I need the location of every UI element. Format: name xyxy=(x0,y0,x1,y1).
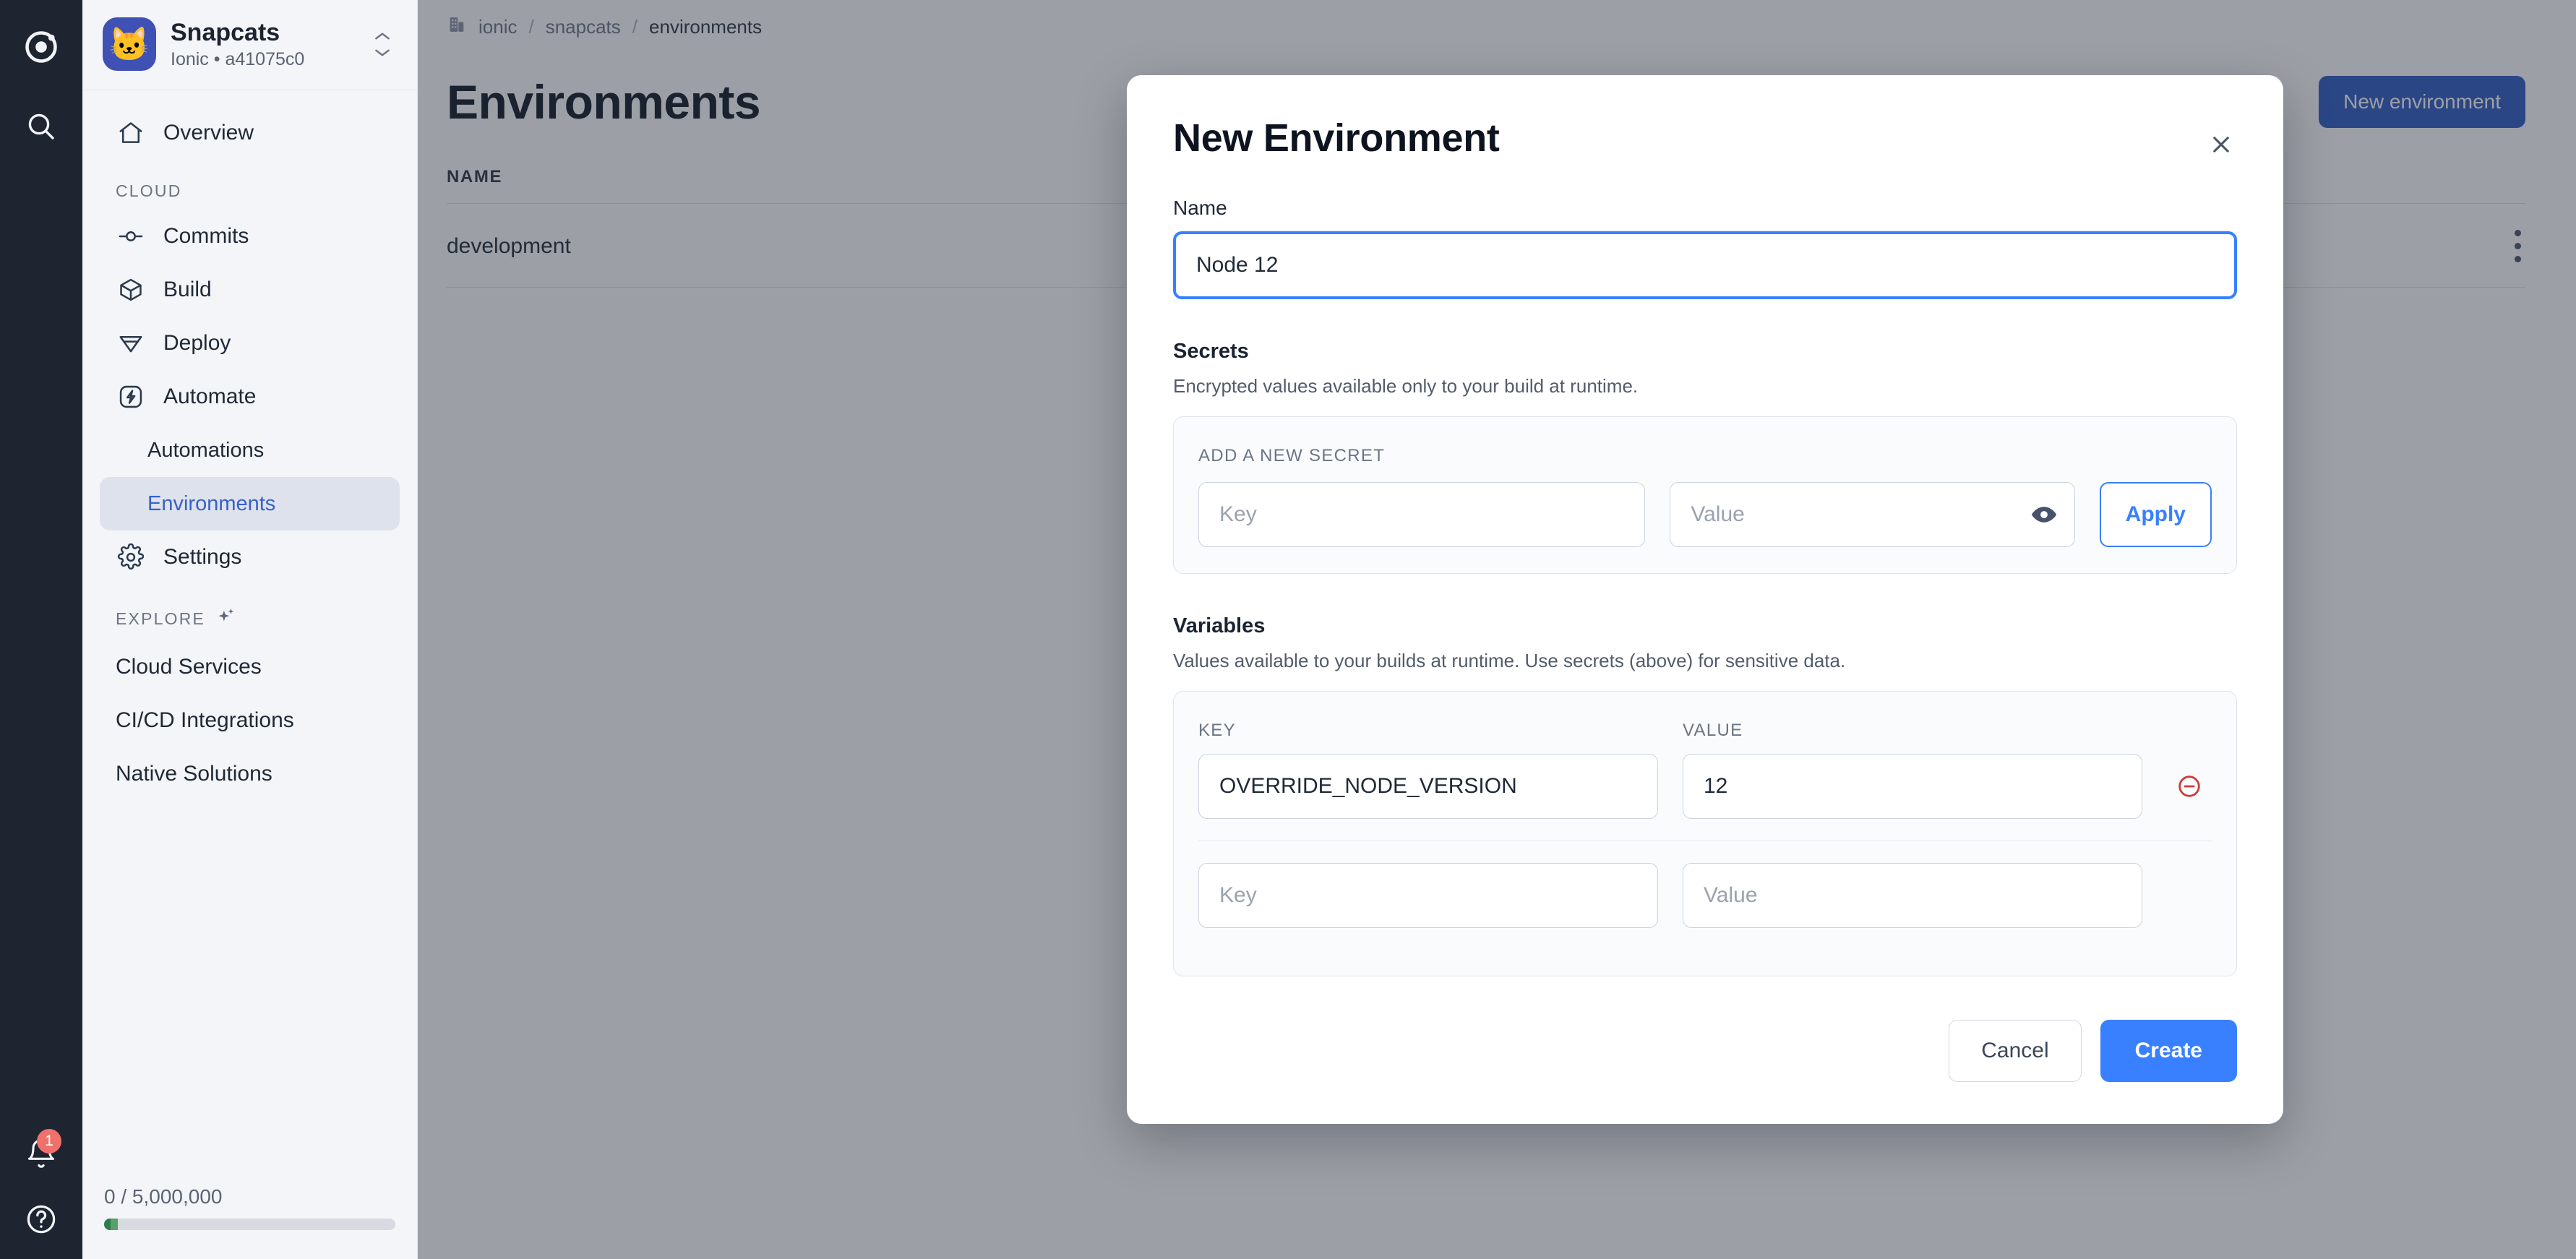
gear-icon xyxy=(116,542,146,572)
usage-fill-secondary xyxy=(110,1219,118,1230)
sidebar-item-cloud-services[interactable]: Cloud Services xyxy=(100,640,400,694)
main-content: ionic / snapcats / environments Environm… xyxy=(418,0,2576,1259)
sidebar-section-explore: EXPLORE xyxy=(100,584,400,640)
sidebar-item-label: Automations xyxy=(147,438,265,462)
sidebar-item-environments[interactable]: Environments xyxy=(100,477,400,530)
deploy-icon xyxy=(116,328,146,358)
sidebar-item-label: Native Solutions xyxy=(116,762,272,786)
secrets-section-title: Secrets xyxy=(1173,340,1249,363)
new-environment-dialog: New Environment Name Secrets Encrypted v… xyxy=(1127,75,2283,1124)
bolt-icon xyxy=(116,382,146,412)
eye-icon[interactable] xyxy=(2030,501,2058,528)
new-variable-value-input[interactable] xyxy=(1683,863,2142,928)
project-text: Snapcats Ionic • a41075c0 xyxy=(171,18,353,69)
usage-meter: 0 / 5,000,000 xyxy=(82,1185,417,1259)
sidebar-section-cloud: CLOUD xyxy=(100,160,400,210)
usage-fill-primary xyxy=(104,1219,111,1230)
sidebar: 🐱 Snapcats Ionic • a41075c0 Overview CLO… xyxy=(82,0,418,1259)
dialog-title: New Environment xyxy=(1173,116,1500,160)
variables-header-row: KEY VALUE xyxy=(1198,721,2212,754)
sidebar-item-label: Settings xyxy=(163,545,242,569)
rail-bottom-group: 1 xyxy=(0,1129,82,1245)
sidebar-item-label: CI/CD Integrations xyxy=(116,708,294,732)
variables-section-title: Variables xyxy=(1173,614,1266,637)
apply-secret-button[interactable]: Apply xyxy=(2099,482,2212,547)
secret-value-input[interactable] xyxy=(1670,482,2075,547)
ionic-logo-icon[interactable] xyxy=(16,22,66,72)
sidebar-item-deploy[interactable]: Deploy xyxy=(100,317,400,370)
variables-col-key: KEY xyxy=(1198,721,1236,740)
environment-name-input[interactable] xyxy=(1173,231,2237,299)
sidebar-item-build[interactable]: Build xyxy=(100,263,400,317)
variable-new-row xyxy=(1198,841,2212,950)
sidebar-section-label: EXPLORE xyxy=(116,609,206,628)
sidebar-item-label: Commits xyxy=(163,224,249,248)
secret-value-wrapper xyxy=(1670,482,2075,547)
project-name: Snapcats xyxy=(171,19,280,47)
variable-key-input[interactable] xyxy=(1198,754,1658,819)
dialog-footer: Cancel Create xyxy=(1127,976,2283,1124)
sidebar-item-commits[interactable]: Commits xyxy=(100,210,400,263)
sidebar-item-label: Environments xyxy=(147,491,276,515)
notifications-button[interactable]: 1 xyxy=(20,1129,63,1175)
variable-value-input[interactable] xyxy=(1683,754,2142,819)
home-icon xyxy=(116,118,146,148)
project-subtitle: Ionic • a41075c0 xyxy=(171,48,305,69)
sidebar-item-label: Cloud Services xyxy=(116,655,262,679)
sidebar-item-cicd-integrations[interactable]: CI/CD Integrations xyxy=(100,694,400,747)
name-field-label: Name xyxy=(1173,197,1227,219)
commit-icon xyxy=(116,221,146,252)
sidebar-item-label: Overview xyxy=(163,121,254,145)
chevron-up-down-icon[interactable] xyxy=(368,31,397,58)
sidebar-item-label: Build xyxy=(163,278,212,301)
sidebar-item-automate[interactable]: Automate xyxy=(100,370,400,424)
help-circle-icon[interactable] xyxy=(16,1194,66,1245)
close-icon[interactable] xyxy=(2201,124,2241,165)
project-avatar: 🐱 xyxy=(103,17,156,71)
usage-progress-bar xyxy=(104,1219,395,1230)
cancel-button[interactable]: Cancel xyxy=(1949,1020,2082,1082)
sidebar-item-label: Deploy xyxy=(163,331,231,355)
sparkles-icon xyxy=(215,606,237,632)
add-secret-label: ADD A NEW SECRET xyxy=(1198,446,1386,465)
sidebar-item-native-solutions[interactable]: Native Solutions xyxy=(100,747,400,801)
variables-panel: KEY VALUE xyxy=(1173,691,2237,976)
create-button[interactable]: Create xyxy=(2100,1020,2237,1082)
variables-section-description: Values available to your builds at runti… xyxy=(1173,650,1846,671)
add-secret-panel: ADD A NEW SECRET Apply xyxy=(1173,416,2237,574)
new-variable-key-input[interactable] xyxy=(1198,863,1658,928)
dialog-header: New Environment xyxy=(1127,75,2283,165)
variables-col-value: VALUE xyxy=(1683,721,1743,740)
app-root: 1 🐱 Snapcats Ionic • a41075c0 Overview C… xyxy=(0,0,2576,1259)
cube-icon xyxy=(116,275,146,305)
variable-row xyxy=(1198,754,2212,841)
sidebar-item-label: Automate xyxy=(163,384,257,408)
sidebar-item-overview[interactable]: Overview xyxy=(100,106,400,160)
circle-minus-icon[interactable] xyxy=(2167,773,2212,800)
dialog-body: Name Secrets Encrypted values available … xyxy=(1127,165,2283,976)
usage-label: 0 / 5,000,000 xyxy=(104,1185,223,1208)
sidebar-item-settings[interactable]: Settings xyxy=(100,530,400,584)
add-secret-row: Apply xyxy=(1198,482,2212,547)
secrets-section-description: Encrypted values available only to your … xyxy=(1173,375,1639,397)
project-switcher[interactable]: 🐱 Snapcats Ionic • a41075c0 xyxy=(82,0,417,90)
sidebar-item-automations[interactable]: Automations xyxy=(100,424,400,477)
secret-key-input[interactable] xyxy=(1198,482,1646,547)
notification-badge: 1 xyxy=(37,1129,61,1153)
search-icon[interactable] xyxy=(16,101,66,152)
sidebar-section-label: CLOUD xyxy=(116,181,182,200)
icon-rail: 1 xyxy=(0,0,82,1259)
variables-col-spacer xyxy=(2167,721,2212,741)
sidebar-nav: Overview CLOUD Commits Build Deploy Auto… xyxy=(82,90,417,1185)
